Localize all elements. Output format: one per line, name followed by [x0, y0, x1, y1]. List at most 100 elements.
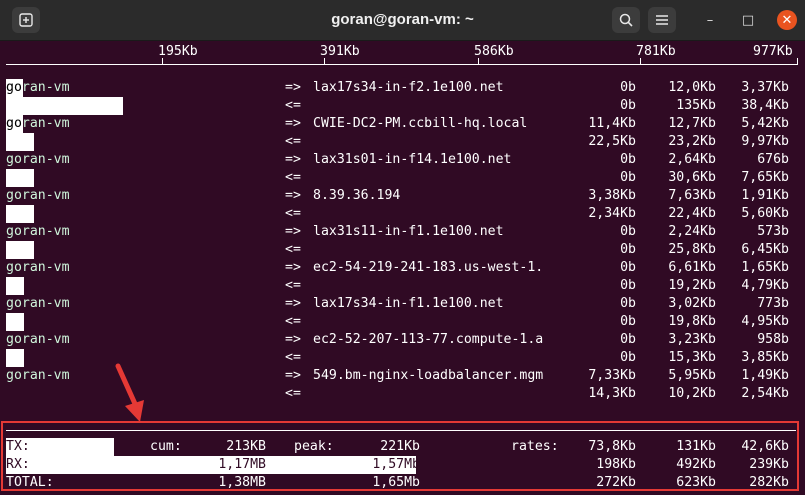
rate-in-40s: 4,95Kb [741, 314, 789, 329]
tx-rate-40s: 42,6Kb [741, 439, 789, 454]
rate-in-40s: 6,45Kb [741, 242, 789, 257]
scale-label: 977Kb [753, 44, 793, 59]
rate-in-40s: 3,85Kb [741, 350, 789, 365]
scale-label: 781Kb [636, 44, 676, 59]
rate-in-40s: 9,97Kb [741, 134, 789, 149]
tx-rate-2s: 73,8Kb [588, 439, 636, 454]
direction-in: <= [285, 206, 301, 221]
rate-out-2s: 0b [620, 296, 636, 311]
direction-in: <= [285, 314, 301, 329]
total-rate-2s: 272Kb [596, 475, 636, 490]
remote-host: ec2-52-207-113-77.compute-1.a [313, 332, 544, 347]
rate-in-2s: 0b [620, 242, 636, 257]
rate-in-40s: 7,65Kb [741, 170, 789, 185]
bandwidth-bar [6, 97, 123, 115]
direction-out: => [285, 80, 301, 95]
rate-in-10s: 19,8Kb [668, 314, 716, 329]
bandwidth-bar [6, 349, 24, 367]
rate-in-10s: 10,2Kb [668, 386, 716, 401]
rate-out-10s: 12,0Kb [668, 80, 716, 95]
scale-label: 391Kb [320, 44, 360, 59]
host-name: goran-vm [6, 152, 70, 167]
host-name: goran-vm [6, 188, 70, 203]
rate-in-2s: 0b [620, 98, 636, 113]
rate-in-2s: 22,5Kb [588, 134, 636, 149]
bandwidth-bar [6, 205, 34, 223]
rate-out-40s: 1,49Kb [741, 368, 789, 383]
remote-host: lax31s01-in-f14.1e100.net [313, 152, 512, 167]
direction-out: => [285, 116, 301, 131]
tx-cum: 213KB [226, 439, 266, 454]
rate-out-2s: 11,4Kb [588, 116, 636, 131]
direction-out: => [285, 296, 301, 311]
rate-out-10s: 3,02Kb [668, 296, 716, 311]
totals-separator [6, 430, 796, 431]
rate-in-2s: 0b [620, 314, 636, 329]
rate-out-2s: 7,33Kb [588, 368, 636, 383]
scale-tick [162, 58, 163, 65]
rates-label: rates: [511, 439, 559, 454]
scale-label: 195Kb [158, 44, 198, 59]
bandwidth-bar [6, 277, 24, 295]
rate-out-40s: 773b [757, 296, 789, 311]
rate-out-40s: 573b [757, 224, 789, 239]
scale-tick [324, 58, 325, 65]
remote-host: 549.bm-nginx-loadbalancer.mgm [313, 368, 544, 383]
rx-rate-10s: 492Kb [676, 457, 716, 472]
host-name: goran-vm [6, 116, 70, 131]
direction-out: => [285, 152, 301, 167]
total-rate-40s: 282Kb [749, 475, 789, 490]
rate-in-40s: 5,60Kb [741, 206, 789, 221]
rate-in-10s: 25,8Kb [668, 242, 716, 257]
rate-out-40s: 5,42Kb [741, 116, 789, 131]
rate-in-2s: 0b [620, 278, 636, 293]
rate-in-10s: 135Kb [676, 98, 716, 113]
rate-out-10s: 7,63Kb [668, 188, 716, 203]
rate-in-2s: 0b [620, 350, 636, 365]
rate-out-10s: 12,7Kb [668, 116, 716, 131]
direction-out: => [285, 332, 301, 347]
bandwidth-bar [6, 313, 24, 331]
rate-in-40s: 2,54Kb [741, 386, 789, 401]
scale-axis [6, 64, 798, 65]
scale-tick [797, 58, 798, 65]
direction-in: <= [285, 242, 301, 257]
rx-rate-40s: 239Kb [749, 457, 789, 472]
host-name: goran-vm [6, 332, 70, 347]
remote-host: lax17s34-in-f2.1e100.net [313, 80, 504, 95]
direction-in: <= [285, 98, 301, 113]
direction-out: => [285, 188, 301, 203]
rate-in-2s: 0b [620, 170, 636, 185]
total-rate-10s: 623Kb [676, 475, 716, 490]
rate-in-10s: 22,4Kb [668, 206, 716, 221]
rate-out-40s: 3,37Kb [741, 80, 789, 95]
terminal-area[interactable]: 195Kb 391Kb 586Kb 781Kb 977Kb goran-vm =>… [0, 0, 805, 491]
rate-in-2s: 14,3Kb [588, 386, 636, 401]
host-name: goran-vm [6, 224, 70, 239]
rate-in-40s: 38,4Kb [741, 98, 789, 113]
rate-out-10s: 2,24Kb [668, 224, 716, 239]
total-cum: 1,38MB [218, 475, 266, 490]
rate-out-40s: 676b [757, 152, 789, 167]
scale-label: 586Kb [474, 44, 514, 59]
rate-out-2s: 0b [620, 152, 636, 167]
rate-in-10s: 15,3Kb [668, 350, 716, 365]
rate-out-10s: 2,64Kb [668, 152, 716, 167]
host-name: goran-vm [6, 296, 70, 311]
tx-rate-10s: 131Kb [676, 439, 716, 454]
rate-out-2s: 0b [620, 224, 636, 239]
tx-label: TX: [6, 439, 30, 454]
rate-in-10s: 30,6Kb [668, 170, 716, 185]
rate-out-10s: 5,95Kb [668, 368, 716, 383]
bandwidth-bar [6, 133, 34, 151]
rate-out-2s: 0b [620, 80, 636, 95]
host-name: goran-vm [6, 260, 70, 275]
rate-out-2s: 0b [620, 332, 636, 347]
total-label: TOTAL: [6, 475, 54, 490]
rate-out-2s: 0b [620, 260, 636, 275]
cum-label: cum: [150, 439, 182, 454]
peak-label: peak: [294, 439, 334, 454]
rate-in-10s: 19,2Kb [668, 278, 716, 293]
direction-in: <= [285, 278, 301, 293]
direction-in: <= [285, 170, 301, 185]
